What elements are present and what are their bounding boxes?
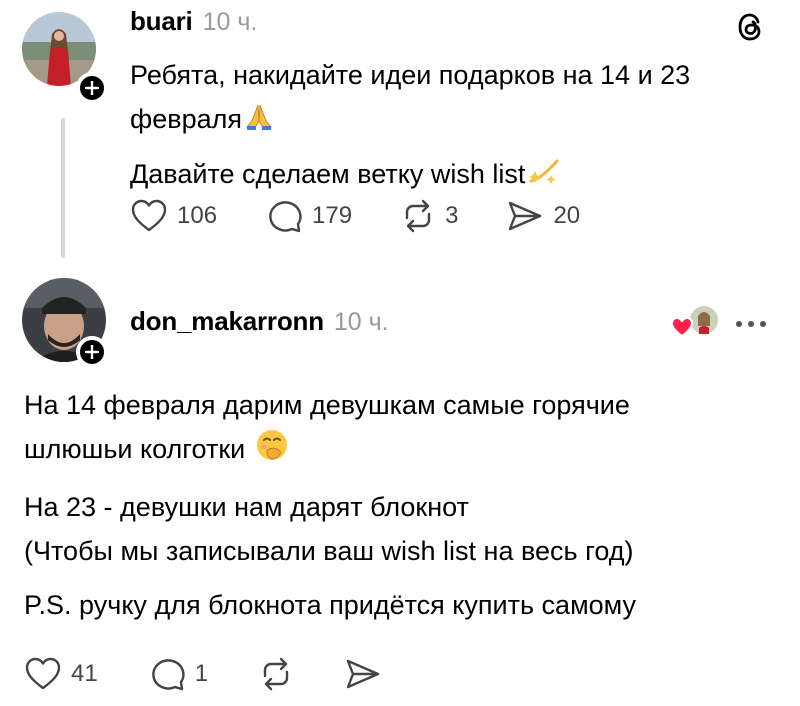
like-button[interactable]: 41 (24, 656, 98, 692)
share-icon (509, 201, 542, 231)
share-icon (346, 659, 380, 689)
post1-actions: 106 179 3 20 (130, 198, 580, 234)
username-buari[interactable]: buari (130, 6, 193, 37)
thread-connector-line (61, 118, 65, 258)
like-count: 106 (177, 202, 218, 229)
reply-button[interactable]: 1 (148, 656, 208, 692)
post2-body: На 14 февраля дарим девушкам самые горяч… (24, 383, 784, 627)
share-count: 20 (553, 202, 581, 229)
repost-button[interactable] (258, 656, 294, 692)
share-button[interactable] (344, 656, 382, 692)
post2-paragraph-3: P.S. ручку для блокнота придётся купить … (24, 583, 784, 627)
liked-by-badge-icon[interactable] (668, 302, 718, 342)
threads-logo-icon[interactable] (734, 10, 768, 49)
comment-icon (269, 201, 302, 233)
post2-header: don_makarronn 10 ч. (130, 306, 389, 337)
follow-plus-button[interactable] (76, 72, 108, 104)
more-options-button[interactable] (734, 316, 768, 334)
post2-p1-line-2-wrap: шлюшьи колготки (24, 427, 784, 475)
post1-header: buari 10 ч. (130, 6, 257, 37)
reply-count: 1 (194, 660, 209, 687)
post-time: 10 ч. (202, 8, 258, 36)
hand-over-mouth-emoji (255, 428, 289, 475)
heart-icon (131, 199, 167, 232)
post1-body: Ребята, накидайте идеи подарков на 14 и … (130, 53, 780, 200)
plus-icon (85, 81, 99, 95)
post1-line-3-wrap: Давайте сделаем ветку wish list (130, 152, 780, 200)
repost-icon (263, 657, 289, 691)
praying-hands-emoji (244, 101, 274, 145)
post2-p3-line-1: P.S. ручку для блокнота придётся купить … (24, 590, 637, 620)
post2-p1-line-2: шлюшьи колготки (24, 434, 246, 464)
post1-line-2: февраля (130, 104, 242, 134)
comment-icon (151, 659, 185, 691)
post-time: 10 ч. (333, 308, 389, 336)
post1-line-1: Ребята, накидайте идеи подарков на 14 и … (130, 60, 691, 90)
post2-paragraph-1: На 14 февраля дарим девушкам самые горяч… (24, 383, 784, 475)
username-don-makarronn[interactable]: don_makarronn (130, 306, 324, 337)
like-count: 41 (71, 660, 98, 687)
more-icon (736, 321, 766, 327)
plus-icon (85, 345, 99, 359)
post2-actions: 41 1 (24, 656, 382, 692)
reply-count: 179 (312, 202, 353, 229)
post2-p2-line-2: (Чтобы мы записывали ваш wish list на ве… (24, 536, 634, 566)
reply-button[interactable]: 179 (265, 198, 352, 234)
repost-count: 3 (445, 202, 459, 229)
follow-plus-button[interactable] (76, 336, 108, 368)
repost-icon (405, 199, 431, 233)
repost-button[interactable]: 3 (400, 198, 458, 234)
post2-paragraph-2: На 23 - девушки нам дарят блокнот (Чтобы… (24, 485, 784, 573)
heart-icon (25, 657, 61, 690)
post1-line-3: Давайте сделаем ветку wish list (130, 159, 526, 189)
sparkles-emoji (527, 156, 561, 200)
like-button[interactable]: 106 (130, 198, 217, 234)
post1-line-2-wrap: февраля (130, 97, 780, 145)
post2-p1-line-1: На 14 февраля дарим девушкам самые горяч… (24, 390, 630, 420)
post2-p2-line-1: На 23 - девушки нам дарят блокнот (24, 492, 469, 522)
share-button[interactable]: 20 (506, 198, 580, 234)
